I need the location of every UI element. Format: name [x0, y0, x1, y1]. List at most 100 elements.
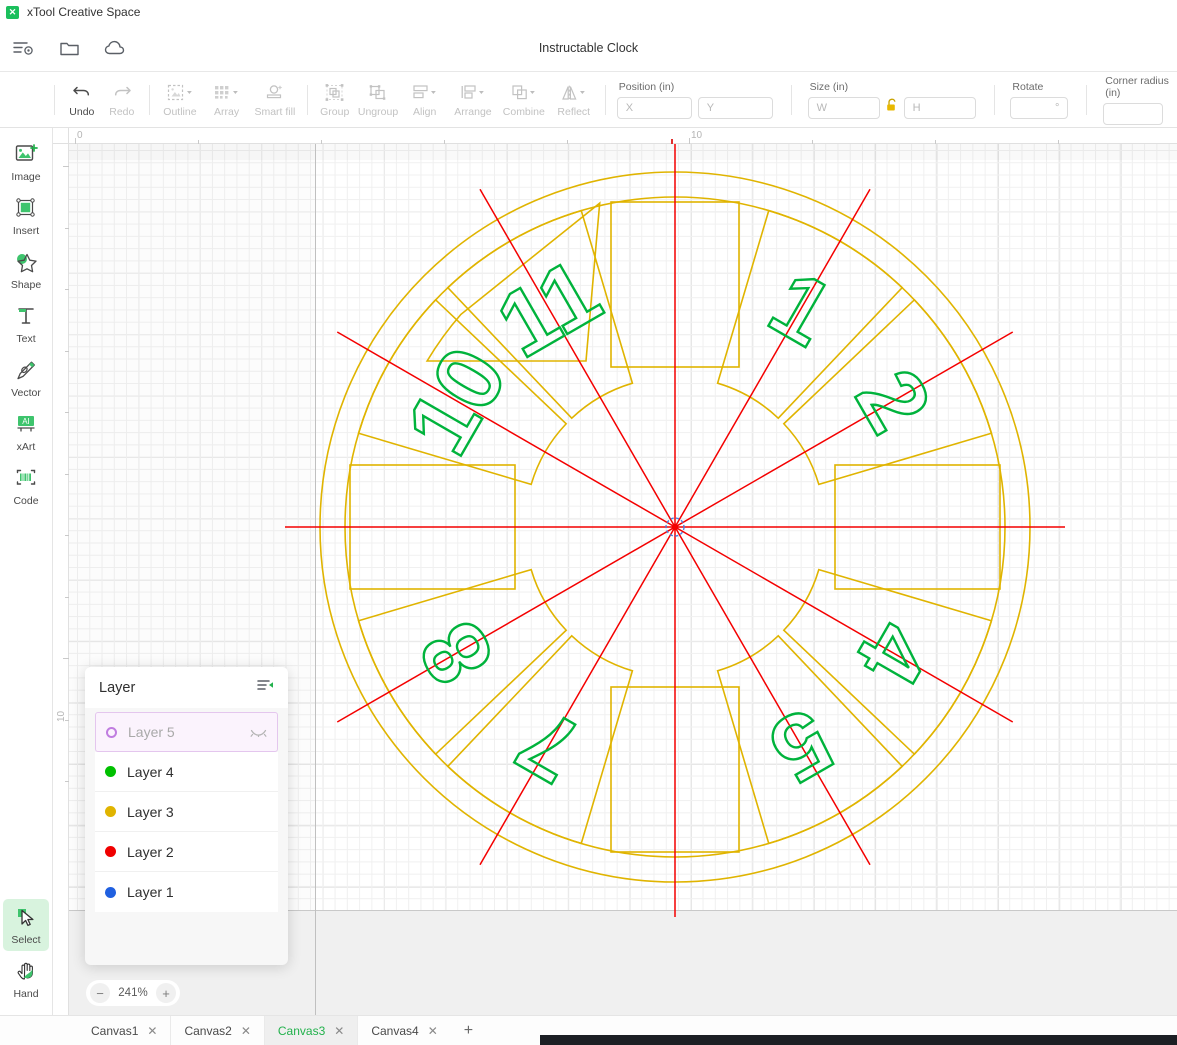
close-icon[interactable]: ✕	[334, 1024, 344, 1038]
unlock-icon[interactable]	[886, 98, 898, 117]
canvas-area[interactable]: 11 10 1 2 8 7 5 4 0 10 10 Layer Layer 5 …	[53, 128, 1177, 1015]
sidebar-item-code[interactable]: Code	[3, 460, 49, 512]
combine-button[interactable]: Combine	[498, 72, 550, 127]
corner-radius-input[interactable]	[1103, 102, 1164, 125]
redo-button[interactable]: Redo	[102, 72, 142, 127]
clock-numeral: 2	[836, 353, 950, 448]
layer-list[interactable]: Layer 5 Layer 4 Layer 3 Layer 2 Layer 1	[85, 708, 288, 912]
clock-numeral: 7	[501, 688, 596, 802]
redo-icon	[112, 81, 132, 103]
tab-label: Canvas4	[371, 1023, 419, 1038]
layer-color-swatch-icon	[105, 806, 116, 817]
sidebar-item-insert[interactable]: Insert	[3, 190, 49, 242]
layer-item-2[interactable]: Layer 2	[95, 832, 278, 872]
ruler-label-h-0: 0	[77, 130, 83, 141]
align-icon	[411, 81, 439, 103]
undo-label: Undo	[69, 106, 95, 118]
layer-item-4[interactable]: Layer 4	[95, 752, 278, 792]
sidebar-item-text[interactable]: Text	[3, 298, 49, 350]
menu-icon[interactable]	[0, 24, 46, 72]
combine-icon	[510, 81, 538, 103]
ruler-tick	[65, 351, 69, 352]
toolbar-divider	[1086, 85, 1088, 115]
tab-canvas1[interactable]: Canvas1 ✕	[78, 1016, 172, 1045]
app-title: xTool Creative Space	[27, 5, 141, 19]
cloud-icon[interactable]	[92, 24, 138, 72]
size-width-input[interactable]: W	[807, 96, 880, 119]
group-button[interactable]: Group	[315, 72, 355, 127]
toolbar-divider	[306, 85, 308, 115]
sidebar-item-select[interactable]: Select	[3, 899, 49, 951]
layer-options-icon[interactable]	[257, 678, 274, 697]
quick-access-bar: Instructable Clock	[0, 24, 1177, 72]
tab-canvas3[interactable]: Canvas3 ✕	[264, 1016, 359, 1045]
layer-panel[interactable]: Layer Layer 5 Layer 4 Layer 3 Layer 2 La…	[85, 667, 288, 965]
sidebar-item-label: xArt	[16, 441, 36, 453]
rotate-field-group: Rotate °	[1006, 72, 1072, 127]
layer-name: Layer 2	[127, 843, 174, 860]
sidebar-item-label: Insert	[12, 225, 40, 237]
close-icon[interactable]: ✕	[241, 1024, 251, 1038]
zoom-level-value: 241%	[118, 987, 148, 999]
sidebar-item-image[interactable]: Image	[3, 136, 49, 188]
sidebar-item-label: Select	[11, 934, 41, 946]
horizontal-ruler[interactable]: 0 10	[53, 128, 1177, 144]
clock-numeral: 8	[400, 605, 514, 700]
layer-panel-title: Layer	[99, 679, 136, 696]
sidebar-item-xart[interactable]: AI xArt	[3, 406, 49, 458]
rotate-input[interactable]: °	[1010, 96, 1069, 119]
window-title-bar: ✕ xTool Creative Space	[0, 0, 1177, 24]
tab-canvas4[interactable]: Canvas4 ✕	[358, 1016, 450, 1045]
sidebar-item-shape[interactable]: Shape	[3, 244, 49, 296]
shape-icon	[14, 251, 39, 276]
layer-color-swatch-icon	[106, 726, 117, 738]
close-icon[interactable]: ✕	[428, 1024, 438, 1038]
ruler-tick	[1058, 140, 1059, 144]
ruler-tick	[65, 228, 69, 229]
ruler-tick	[444, 140, 445, 144]
ruler-tick	[65, 781, 69, 782]
outline-icon	[166, 81, 194, 103]
layer-item-5[interactable]: Layer 5	[95, 712, 278, 752]
close-icon[interactable]: ✕	[147, 1024, 157, 1038]
ungroup-button[interactable]: Ungroup	[355, 72, 402, 127]
layer-item-1[interactable]: Layer 1	[95, 872, 278, 912]
sidebar-item-vector[interactable]: Vector	[3, 352, 49, 404]
reflect-button[interactable]: Reflect	[550, 72, 598, 127]
undo-button[interactable]: Undo	[62, 72, 102, 127]
size-field-group: Size (in) W H	[804, 72, 980, 127]
zoom-control[interactable]: − 241% +	[86, 980, 180, 1006]
eye-off-icon[interactable]	[250, 724, 267, 740]
sidebar-item-hand[interactable]: Hand	[3, 953, 49, 1005]
position-field-group: Position (in) X Y	[613, 72, 777, 127]
folder-icon[interactable]	[46, 24, 92, 72]
ruler-tick	[567, 140, 568, 144]
align-button[interactable]: Align	[401, 72, 448, 127]
layer-item-3[interactable]: Layer 3	[95, 792, 278, 832]
clock-numeral: 10	[387, 331, 527, 471]
clock-numeral: 4	[836, 605, 950, 700]
smart-fill-button[interactable]: Smart fill	[250, 72, 300, 127]
array-button[interactable]: Array	[203, 72, 250, 127]
position-y-input[interactable]: Y	[697, 96, 773, 119]
vertical-ruler[interactable]: 10	[53, 128, 69, 1015]
zoom-out-button[interactable]: −	[90, 983, 110, 1003]
position-x-input[interactable]: X	[616, 96, 692, 119]
xart-ai-icon: AI	[14, 413, 38, 438]
tab-canvas2[interactable]: Canvas2 ✕	[171, 1016, 265, 1045]
ruler-tick	[65, 597, 69, 598]
size-height-input[interactable]: H	[903, 96, 976, 119]
layer-name: Layer 1	[127, 884, 174, 900]
outline-button[interactable]: Outline	[157, 72, 204, 127]
array-icon	[213, 81, 241, 103]
toolbar-divider	[148, 85, 150, 115]
layer-color-swatch-icon	[105, 846, 116, 857]
arrange-button[interactable]: Arrange	[448, 72, 498, 127]
layer-color-swatch-icon	[105, 766, 116, 777]
zoom-in-button[interactable]: +	[156, 983, 176, 1003]
svg-text:AI: AI	[22, 417, 30, 426]
add-canvas-button[interactable]: +	[451, 1016, 486, 1045]
ungroup-icon	[367, 81, 389, 103]
group-icon	[324, 81, 346, 103]
ruler-tick	[65, 720, 69, 721]
